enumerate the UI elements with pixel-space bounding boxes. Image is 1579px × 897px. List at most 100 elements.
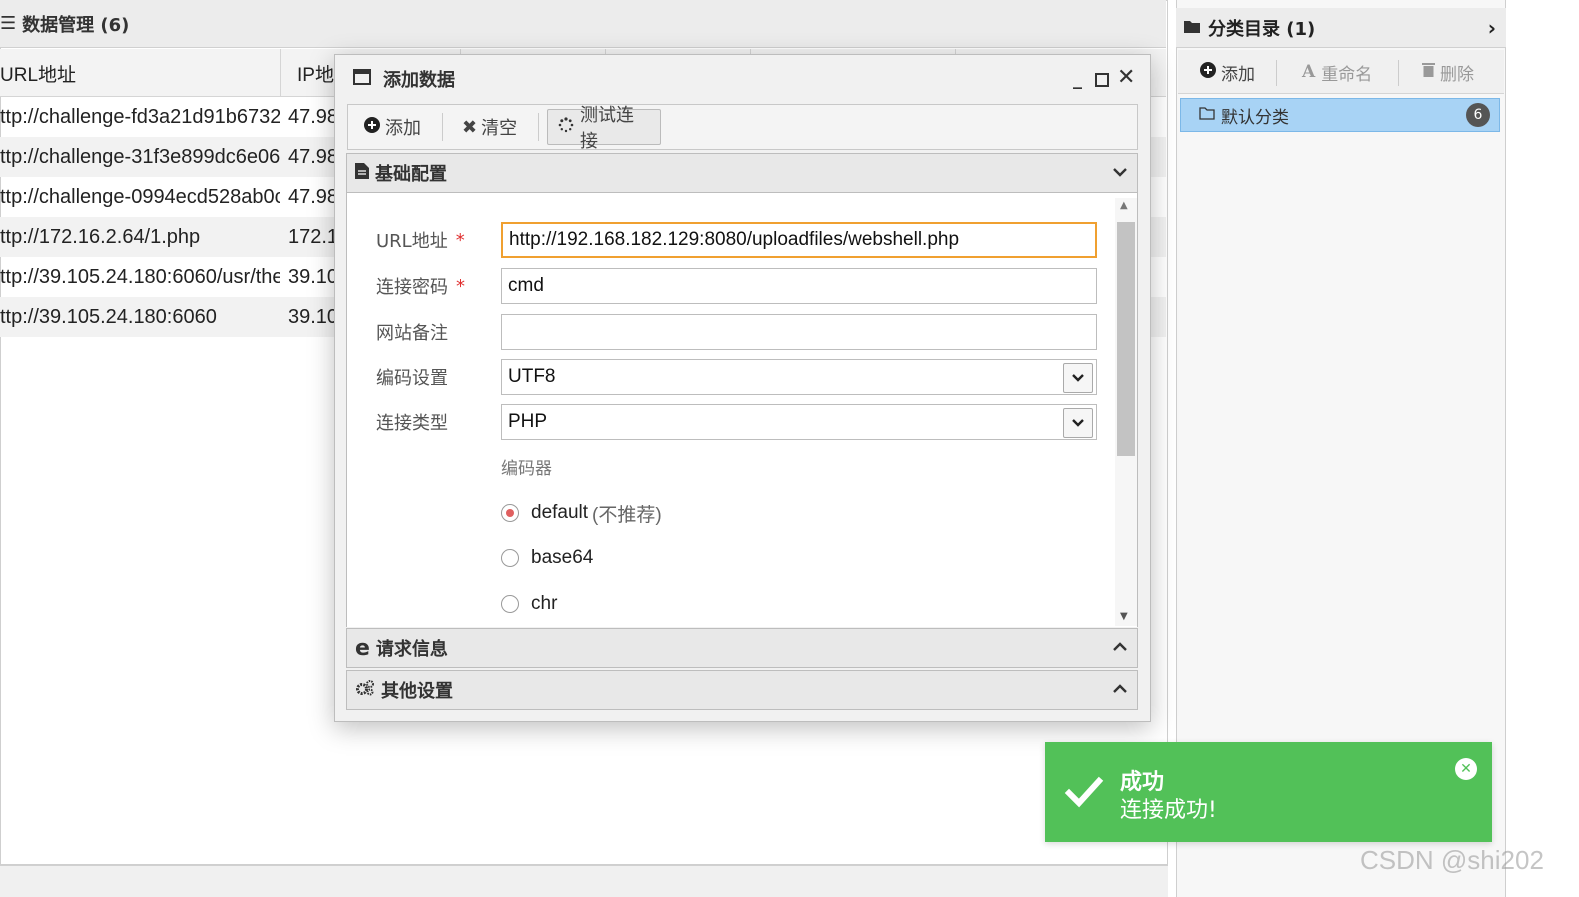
- row-ip: 39.10: [288, 306, 334, 328]
- status-bar: [0, 865, 1168, 897]
- dialog-clear-button[interactable]: ✖ 清空: [452, 109, 527, 145]
- chevron-down-icon: [1113, 162, 1127, 181]
- row-ip: 47.98: [288, 146, 334, 168]
- scrollbar-thumb[interactable]: [1117, 222, 1135, 456]
- times-icon: ✖: [462, 116, 478, 138]
- ie-icon: e: [355, 635, 370, 661]
- encoder-option-default[interactable]: default (不推荐): [501, 498, 662, 528]
- row-ip: 172.1: [288, 226, 334, 248]
- plus-circle-icon: [1200, 61, 1216, 83]
- section-request-title: 请求信息: [375, 639, 448, 660]
- chevron-up-icon: [1113, 679, 1127, 698]
- required-mark: *: [455, 229, 465, 251]
- password-input[interactable]: [501, 268, 1097, 304]
- category-add-button[interactable]: 添加: [1200, 58, 1255, 86]
- note-label: 网站备注: [376, 323, 448, 344]
- folder-open-icon: [1199, 105, 1215, 125]
- url-label: URL地址 *: [376, 222, 465, 258]
- success-toast: [1045, 742, 1492, 842]
- toast-message: 连接成功!: [1120, 798, 1217, 823]
- category-add-label: 添加: [1221, 64, 1255, 85]
- font-icon: A: [1302, 62, 1316, 82]
- category-item-default[interactable]: 默认分类: [1180, 98, 1500, 132]
- category-rename-label: 重命名: [1321, 64, 1373, 85]
- cogs-icon: [355, 679, 375, 701]
- row-url: ttp://39.105.24.180:6060: [0, 306, 217, 328]
- window-icon: [353, 68, 371, 90]
- plus-circle-icon: [364, 116, 380, 138]
- check-icon: [1064, 772, 1104, 812]
- spinner-icon: [558, 116, 574, 138]
- password-label-text: 连接密码: [376, 277, 448, 298]
- minimize-icon[interactable]: _: [1073, 69, 1082, 90]
- row-url: ttp://challenge-0994ecd528ab0c: [0, 186, 280, 208]
- category-delete-button[interactable]: 删除: [1422, 58, 1474, 86]
- window-edge: [1506, 0, 1579, 897]
- category-item-label: 默认分类: [1221, 107, 1289, 128]
- dialog-clear-label: 清空: [481, 118, 518, 139]
- watermark: CSDN @shi202: [1360, 845, 1544, 875]
- chevron-right-icon[interactable]: ›: [1488, 16, 1496, 40]
- encoding-value: UTF8: [508, 366, 556, 387]
- row-ip: 39.10: [288, 266, 334, 288]
- close-icon[interactable]: ✕: [1117, 65, 1135, 90]
- row-url: ttp://challenge-31f3e899dc6e065: [0, 146, 280, 168]
- encoder-option-hint: (不推荐): [592, 504, 662, 526]
- url-input[interactable]: [501, 222, 1097, 258]
- radio-button[interactable]: [501, 549, 519, 567]
- category-panel-title: 分类目录 (1): [1208, 18, 1316, 40]
- category-toolbar: 添加 A 重命名 删除: [1178, 50, 1504, 94]
- row-url: ttp://172.16.2.64/1.php: [0, 226, 201, 248]
- column-url[interactable]: URL地址: [0, 49, 281, 97]
- encoder-label: 编码器: [501, 459, 552, 479]
- section-other-title: 其他设置: [381, 681, 453, 702]
- dialog-add-button[interactable]: 添加: [354, 109, 431, 145]
- row-ip: 47.98: [288, 106, 334, 128]
- toast-close-icon[interactable]: ✕: [1455, 758, 1477, 780]
- section-other-settings[interactable]: 其他设置: [346, 670, 1138, 710]
- dialog-titlebar[interactable]: 添加数据 _ ✕: [335, 55, 1150, 103]
- row-url: ttp://39.105.24.180:6060/usr/the: [0, 266, 280, 288]
- scroll-down-icon[interactable]: ▼: [1120, 611, 1128, 622]
- encoding-select[interactable]: UTF8: [501, 359, 1097, 395]
- note-input[interactable]: [501, 314, 1097, 350]
- encoding-label: 编码设置: [376, 368, 448, 389]
- chevron-down-icon[interactable]: [1063, 408, 1093, 438]
- trash-icon: [1422, 62, 1435, 82]
- category-rename-button[interactable]: A 重命名: [1302, 58, 1372, 86]
- encoder-option-label: chr: [531, 593, 558, 614]
- maximize-icon[interactable]: [1095, 71, 1109, 92]
- required-mark: *: [456, 275, 465, 297]
- section-basic-config[interactable]: 基础配置: [346, 153, 1138, 193]
- row-ip: 47.98: [288, 186, 334, 208]
- encoder-option-label: base64: [531, 547, 594, 568]
- url-label-text: URL地址: [376, 231, 448, 252]
- section-basic-title: 基础配置: [375, 164, 447, 185]
- connection-type-select[interactable]: PHP: [501, 404, 1097, 440]
- encoder-option-base64[interactable]: base64: [501, 543, 593, 573]
- password-label: 连接密码 *: [376, 268, 465, 304]
- chevron-down-icon[interactable]: [1063, 363, 1093, 393]
- test-connection-button[interactable]: 测试连接: [547, 105, 661, 152]
- type-label: 连接类型: [376, 413, 448, 434]
- category-panel-header: 分类目录 (1) ›: [1176, 8, 1506, 48]
- category-delete-label: 删除: [1440, 64, 1474, 85]
- section-request-info[interactable]: e 请求信息: [346, 628, 1138, 668]
- data-panel-title: 数据管理 (6): [22, 14, 130, 36]
- encoder-option-chr[interactable]: chr: [501, 589, 557, 619]
- folder-icon: [1184, 17, 1200, 38]
- chevron-up-icon: [1113, 637, 1127, 656]
- encoder-option-label: default: [531, 502, 589, 523]
- dialog-toolbar: 添加 ✖ 清空 测试连接: [347, 104, 1138, 152]
- scroll-up-icon[interactable]: ▲: [1120, 200, 1128, 211]
- dialog-add-label: 添加: [385, 118, 421, 139]
- radio-button[interactable]: [501, 595, 519, 613]
- category-count-badge: 6: [1466, 103, 1490, 127]
- connection-type-value: PHP: [508, 411, 548, 432]
- dialog-title: 添加数据: [383, 70, 455, 91]
- radio-button[interactable]: [501, 504, 519, 522]
- data-panel-header: ☰ 数据管理 (6): [0, 0, 1166, 48]
- list-icon: ☰: [0, 13, 17, 34]
- test-connection-label: 测试连接: [580, 105, 634, 152]
- row-url: ttp://challenge-fd3a21d91b6732c: [0, 106, 280, 128]
